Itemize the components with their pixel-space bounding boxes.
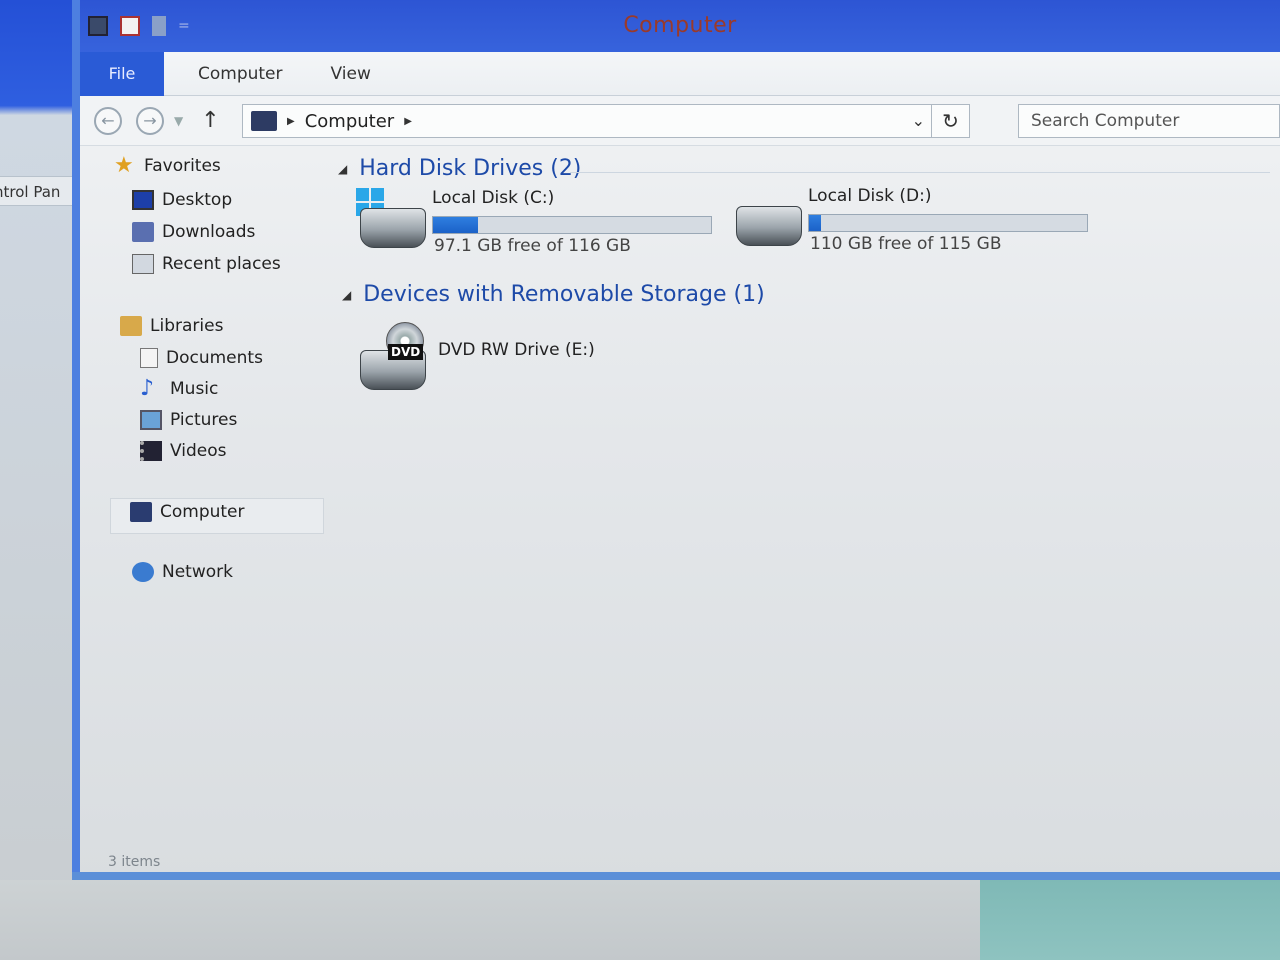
desktop-bottom (0, 880, 980, 960)
nav-favorites[interactable]: ★ Favorites (114, 153, 221, 178)
downloads-icon (132, 222, 154, 242)
drive-d[interactable]: Local Disk (D:) 110 GB free of 115 GB (730, 186, 1110, 256)
breadcrumb-computer[interactable]: Computer (305, 111, 394, 132)
recent-locations-chevron-icon[interactable]: ▼ (174, 114, 183, 128)
desktop-background (0, 0, 80, 960)
forward-arrow-icon[interactable]: → (136, 106, 164, 135)
documents-icon (140, 348, 158, 368)
navigation-pane: ★ Favorites Desktop Downloads Recent pla… (80, 146, 330, 846)
hard-disk-icon (360, 208, 426, 248)
drive-c[interactable]: Local Disk (C:) 97.1 GB free of 116 GB (354, 188, 712, 258)
background-window-title: ntrol Pan (0, 176, 80, 206)
ribbon-tabs: File Computer View (80, 51, 1280, 96)
tab-computer[interactable]: Computer (184, 64, 297, 84)
back-arrow-icon[interactable]: ← (94, 106, 122, 135)
nav-libraries[interactable]: Libraries (120, 316, 223, 336)
nav-item-documents[interactable]: Documents (140, 348, 263, 368)
nav-item-recent-places[interactable]: Recent places (132, 254, 281, 274)
drive-d-usage-fill (809, 215, 821, 231)
breadcrumb-chevron-icon[interactable]: ▶ (404, 116, 412, 127)
computer-icon (130, 502, 152, 522)
breadcrumb-chevron-icon[interactable]: ▶ (287, 116, 295, 127)
collapse-triangle-icon[interactable]: ◢ (338, 162, 347, 176)
nav-item-music[interactable]: ♪ Music (140, 376, 218, 401)
network-icon (132, 562, 154, 582)
dvd-badge: DVD (388, 344, 424, 360)
refresh-icon[interactable]: ↻ (931, 105, 969, 137)
content-pane: ◢ Hard Disk Drives (2) Local Disk (C:) 9… (330, 146, 1280, 846)
videos-icon (140, 441, 162, 461)
navigation-bar: ← → ▼ ↑ ▶ Computer ▶ ⌄ ↻ Search Computer (80, 96, 1280, 146)
explorer-window: = Computer File Computer View ← → ▼ ↑ ▶ … (72, 0, 1280, 880)
nav-item-pictures[interactable]: Pictures (140, 410, 237, 430)
desktop-taskbar-area (980, 880, 1280, 960)
star-icon: ★ (114, 153, 134, 178)
title-bar[interactable]: = Computer (80, 0, 1280, 52)
section-removable-storage[interactable]: ◢ Devices with Removable Storage (1) (342, 282, 765, 307)
drive-e-dvd[interactable]: DVD DVD RW Drive (E:) (358, 322, 618, 398)
music-note-icon: ♪ (140, 376, 155, 401)
nav-item-desktop[interactable]: Desktop (132, 190, 232, 210)
section-divider (570, 172, 1270, 173)
drive-c-free: 97.1 GB free of 116 GB (434, 236, 631, 256)
up-arrow-icon[interactable]: ↑ (201, 108, 219, 133)
nav-network[interactable]: Network (132, 562, 233, 582)
tab-view[interactable]: View (317, 64, 385, 84)
pictures-icon (140, 410, 162, 430)
drive-d-free: 110 GB free of 115 GB (810, 234, 1002, 254)
drive-d-usage-bar (808, 214, 1088, 232)
item-count: 3 items (108, 854, 161, 870)
libraries-icon (120, 316, 142, 336)
hard-disk-icon (736, 206, 802, 246)
address-dropdown-chevron-icon[interactable]: ⌄ (912, 111, 925, 130)
drive-c-usage-bar (432, 216, 712, 234)
nav-computer[interactable]: Computer (130, 502, 245, 522)
address-bar[interactable]: ▶ Computer ▶ ⌄ ↻ (242, 104, 970, 138)
section-hard-disk-drives[interactable]: ◢ Hard Disk Drives (2) (338, 156, 581, 181)
window-title: Computer (623, 13, 737, 38)
desktop-icon (132, 190, 154, 210)
window-border (72, 872, 1280, 880)
computer-icon (251, 111, 277, 131)
tab-file[interactable]: File (80, 51, 164, 96)
search-input[interactable]: Search Computer (1018, 104, 1280, 138)
collapse-triangle-icon[interactable]: ◢ (342, 288, 351, 302)
drive-d-name: Local Disk (D:) (808, 186, 932, 206)
drive-c-usage-fill (433, 217, 479, 233)
explorer-body: ★ Favorites Desktop Downloads Recent pla… (80, 146, 1280, 880)
drive-e-name: DVD RW Drive (E:) (438, 340, 595, 360)
recent-places-icon (132, 254, 154, 274)
drive-c-name: Local Disk (C:) (432, 188, 555, 208)
nav-item-downloads[interactable]: Downloads (132, 222, 255, 242)
nav-item-videos[interactable]: Videos (140, 441, 227, 461)
